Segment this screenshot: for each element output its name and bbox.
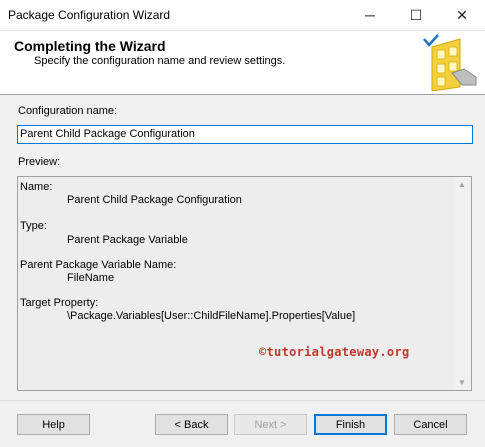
preview-type-value: Parent Package Variable — [67, 234, 188, 246]
preview-scrollbar[interactable]: ▲ ▼ — [454, 177, 471, 390]
maximize-icon: ☐ — [409, 6, 423, 23]
preview-label: Preview: — [18, 156, 61, 168]
config-name-label: Configuration name: — [18, 105, 118, 117]
back-button[interactable]: < Back — [155, 414, 228, 435]
preview-type-label: Type: — [20, 220, 47, 232]
close-icon: ✕ — [456, 6, 468, 23]
preview-name-value: Parent Child Package Configuration — [67, 194, 242, 206]
next-button[interactable]: Next > — [234, 414, 307, 435]
finish-button[interactable]: Finish — [314, 414, 387, 435]
minimize-button[interactable]: ─ — [347, 0, 393, 30]
page-subtitle: Specify the configuration name and revie… — [34, 55, 286, 67]
preview-name-label: Name: — [20, 181, 53, 193]
close-button[interactable]: ✕ — [439, 0, 485, 30]
help-button[interactable]: Help — [17, 414, 90, 435]
watermark: ©tutorialgateway.org — [259, 345, 410, 359]
wizard-header: Completing the Wizard Specify the config… — [0, 31, 485, 95]
wizard-content: Configuration name: Parent Child Package… — [0, 95, 485, 400]
scroll-down-icon[interactable]: ▼ — [458, 378, 466, 387]
config-name-input[interactable]: Parent Child Package Configuration — [17, 125, 473, 144]
maximize-button[interactable]: ☐ — [393, 0, 439, 30]
preview-target-label: Target Property: — [20, 297, 99, 309]
page-title: Completing the Wizard — [14, 38, 166, 54]
preview-parent-var-label: Parent Package Variable Name: — [20, 259, 177, 271]
wizard-checkmark-graphic-icon — [423, 34, 477, 91]
title-bar: Package Configuration Wizard ─ ☐ ✕ — [0, 0, 485, 31]
cancel-button[interactable]: Cancel — [394, 414, 467, 435]
scroll-up-icon[interactable]: ▲ — [458, 180, 466, 189]
button-bar: Help < Back Next > Finish Cancel — [0, 400, 485, 447]
preview-target-value: \Package.Variables[User::ChildFileName].… — [67, 310, 356, 322]
minimize-icon: ─ — [365, 7, 375, 23]
window-title: Package Configuration Wizard — [8, 8, 171, 22]
preview-parent-var-value: FileName — [67, 272, 115, 284]
